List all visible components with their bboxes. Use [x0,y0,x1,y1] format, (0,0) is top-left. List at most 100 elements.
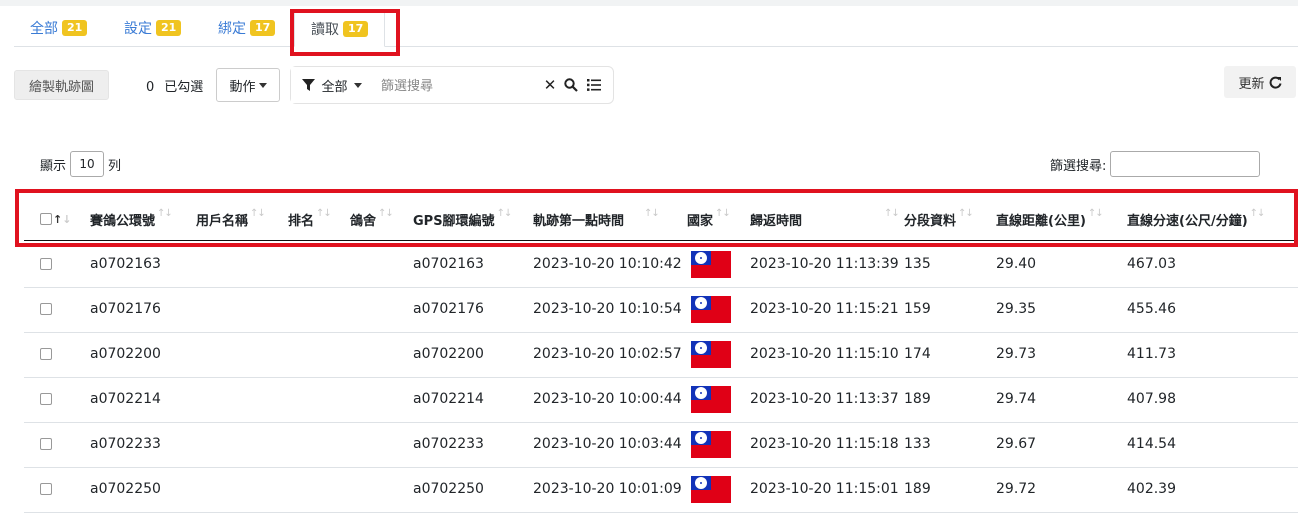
ring-number: a0702200 [90,346,161,362]
table-row[interactable]: a0702176 a0702176 2023-10-20 10:10:54 20… [24,287,1298,333]
filter-search-group: 全部 ✕ [290,66,614,104]
ring-number: a0702214 [90,391,161,407]
return-time: 2023-10-20 11:15:10 [750,346,899,362]
list-icon[interactable] [583,67,605,103]
column-header-label: 歸返時間 [750,213,803,229]
segment-count: 174 [904,346,931,362]
search-icon[interactable] [561,67,581,103]
sort-icon: ↑↓ [316,207,332,219]
column-header-user[interactable]: 用戶名稱 ↑↓ [196,198,266,240]
column-header-distance[interactable]: 直線距離(公里) ↑↓ [996,198,1104,240]
column-header-gps[interactable]: GPS腳環編號 ↑↓ [413,198,513,240]
gps-ring-number: a0702250 [413,481,484,497]
refresh-button[interactable]: 更新 [1224,66,1296,98]
speed-m-per-min: 402.39 [1127,481,1176,497]
row-checkbox[interactable] [40,303,52,315]
caret-down-icon [258,82,267,88]
sort-icon: ↑↓ [958,207,974,219]
taiwan-flag-icon [691,242,731,286]
distance-km: 29.74 [996,391,1037,407]
sort-icon: ↑ [53,212,63,226]
top-strip [0,0,1298,6]
sort-icon: ↑↓ [496,207,513,219]
column-header-first-point[interactable]: 軌跡第一點時間 ↑↓ [533,198,660,240]
table-filter-label: 篩選搜尋: [1050,158,1107,174]
rows-label: 列 [108,158,122,174]
first-point-time: 2023-10-20 10:10:54 [533,301,682,317]
column-header-speed[interactable]: 直線分速(公尺/分鐘) ↑↓ [1127,198,1266,240]
table-row[interactable]: a0702214 a0702214 2023-10-20 10:00:44 20… [24,377,1298,423]
page-length-select[interactable]: 10 [70,151,105,177]
segment-count: 189 [904,391,931,407]
column-header-country[interactable]: 國家 ↑↓ [687,198,731,240]
row-checkbox[interactable] [40,258,52,270]
return-time: 2023-10-20 11:15:01 [750,481,899,497]
ring-number: a0702250 [90,481,161,497]
column-header-segments[interactable]: 分段資料 ↑↓ [904,198,974,240]
row-checkbox[interactable] [40,393,52,405]
column-header-label: 鴿舍 [350,213,377,229]
speed-m-per-min: 467.03 [1127,256,1176,272]
table-row[interactable]: a0702233 a0702233 2023-10-20 10:03:44 20… [24,422,1298,468]
ring-number: a0702176 [90,301,161,317]
speed-m-per-min: 414.54 [1127,436,1176,452]
show-label: 顯示 [40,158,67,174]
table-row[interactable]: a0702250 a0702250 2023-10-20 10:01:09 20… [24,467,1298,513]
table-filter: 篩選搜尋: [1050,150,1261,178]
tab-bar: 全部 21 設定 21 綁定 17 讀取 17 [14,10,1298,47]
segment-count: 159 [904,301,931,317]
table-filter-input[interactable] [1110,151,1261,177]
table-header-divider [24,240,1298,241]
clear-icon[interactable]: ✕ [541,67,559,103]
ring-number: a0702163 [90,256,161,272]
row-checkbox[interactable] [40,483,52,495]
selected-count: 0 已勾選 [146,76,203,95]
filter-search-input[interactable] [379,73,543,99]
action-dropdown-button[interactable]: 動作 [216,68,280,102]
segment-count: 189 [904,481,931,497]
column-header-label: 直線距離(公里) [996,213,1086,229]
select-all-checkbox[interactable] [40,213,52,225]
column-header-loft[interactable]: 鴿舍 ↑↓ [350,198,394,240]
tab-bind[interactable]: 綁定 17 [218,10,276,46]
column-header-ring[interactable]: 賽鴿公環號 ↑↓ [90,198,173,240]
draw-track-button[interactable]: 繪製軌跡圖 [14,70,109,100]
column-header-label: 國家 [687,213,714,229]
filter-label: 全部 [321,79,348,95]
tab-all[interactable]: 全部 21 [30,10,88,46]
selected-count-number: 0 [146,80,155,95]
table-header: ↑ ↓ 賽鴿公環號 ↑↓ 用戶名稱 ↑↓ 排名 ↑↓ 鴿舍 ↑↓ GPS腳環編號 ↑↓ 軌跡… [24,198,1298,240]
taiwan-flag-icon [691,467,731,511]
tab-settings[interactable]: 設定 21 [124,10,182,46]
segment-count: 133 [904,436,931,452]
taiwan-flag-icon [691,287,731,331]
column-header-label: GPS腳環編號 [413,213,495,229]
sort-icon: ↓ [62,212,72,226]
column-header-rank[interactable]: 排名 ↑↓ [288,198,332,240]
return-time: 2023-10-20 11:15:21 [750,301,899,317]
gps-ring-number: a0702233 [413,436,484,452]
distance-km: 29.72 [996,481,1037,497]
sort-icon: ↑↓ [1249,207,1266,219]
row-checkbox[interactable] [40,348,52,360]
table-row[interactable]: a0702200 a0702200 2023-10-20 10:02:57 20… [24,332,1298,378]
select-all-header[interactable]: ↑ ↓ [40,198,71,240]
taiwan-flag-icon [691,422,731,466]
sort-icon: ↑↓ [884,207,900,219]
tab-read[interactable]: 讀取 17 [294,10,386,47]
column-header-label: 賽鴿公環號 [90,213,156,229]
segment-count: 135 [904,256,931,272]
distance-km: 29.73 [996,346,1037,362]
row-checkbox[interactable] [40,438,52,450]
first-point-time: 2023-10-20 10:03:44 [533,436,682,452]
column-header-return-time[interactable]: 歸返時間 ↑↓ [750,198,900,240]
return-time: 2023-10-20 11:13:37 [750,391,899,407]
column-header-label: 分段資料 [904,213,957,229]
refresh-icon [1269,76,1281,89]
column-header-label: 排名 [288,213,315,229]
gps-ring-number: a0702176 [413,301,484,317]
filter-dropdown-button[interactable]: 全部 [291,67,373,103]
table-row[interactable]: a0702163 a0702163 2023-10-20 10:10:42 20… [24,242,1298,288]
tab-label: 全部 [30,21,58,37]
sort-icon: ↑↓ [157,207,173,219]
